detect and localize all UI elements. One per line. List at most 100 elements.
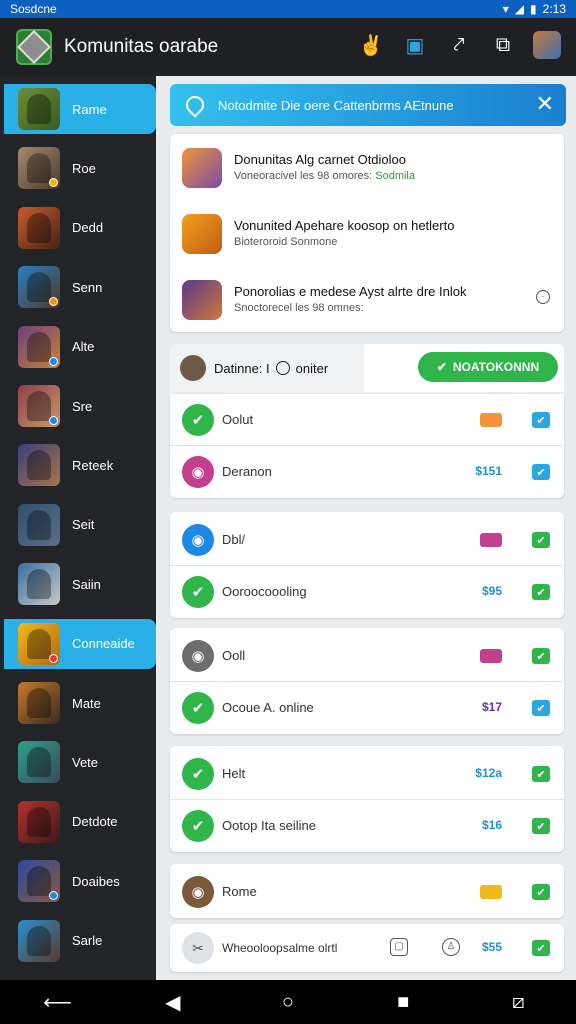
sidebar-item[interactable]: Detdote xyxy=(0,797,156,847)
check-icon[interactable]: ✔ xyxy=(532,766,550,782)
row-label: Dbl/ xyxy=(222,532,246,547)
check-icon[interactable]: ✔ xyxy=(532,700,550,716)
clock: 2:13 xyxy=(542,2,566,16)
recents-icon[interactable]: ■ xyxy=(383,982,423,1022)
check-icon[interactable]: ✔ xyxy=(532,464,550,480)
game-thumbnail xyxy=(18,682,60,724)
check-icon[interactable]: ✔ xyxy=(532,940,550,956)
bottom-action-bar: ✂ Wheooloopsalme olrtl ▢ ♙ $55 ✔ xyxy=(170,924,564,972)
user-icon[interactable]: ♙ xyxy=(442,938,460,956)
sidebar-item-label: Detdote xyxy=(72,814,118,830)
carrier-label: Sosdcne xyxy=(10,2,57,16)
home-icon[interactable]: ○ xyxy=(268,982,308,1022)
online-toggle-button[interactable]: ✔ NOATOKONNN xyxy=(418,352,558,382)
battery-icon: ▮ xyxy=(530,2,537,16)
check-icon[interactable]: ✔ xyxy=(532,532,550,548)
sidebar-item[interactable]: Saiin xyxy=(0,559,156,609)
row-price: $17 xyxy=(481,700,502,714)
sidebar-item[interactable]: Senn xyxy=(0,262,156,312)
sidebar-item[interactable]: Vete xyxy=(0,737,156,787)
check-icon[interactable]: ✔ xyxy=(532,412,550,428)
sidebar-item[interactable]: Alte xyxy=(0,322,156,372)
radio-icon[interactable] xyxy=(275,361,290,375)
sidebar-item[interactable]: Conneaide xyxy=(4,618,156,669)
status-row[interactable]: ✔ Ootop Ita seiline $16 ✔ xyxy=(170,800,564,852)
avatar xyxy=(180,355,206,381)
game-thumbnail xyxy=(18,325,60,368)
bottom-label: Wheooloopsalme olrtl xyxy=(222,941,338,955)
status-icon: ✔ xyxy=(182,758,214,790)
status-group-card: ◉ Dbl/ ✔ ✔ Ooroocoooling $95 ✔ xyxy=(170,512,564,618)
location-icon xyxy=(182,92,208,118)
check-icon[interactable]: ✔ xyxy=(532,818,550,834)
status-icon: ✔ xyxy=(182,692,214,724)
status-row[interactable]: ✔ Oolut ✔ xyxy=(170,394,564,446)
tag-badge xyxy=(480,649,502,663)
sidebar-item[interactable]: Reteek xyxy=(0,440,156,490)
sidebar-item[interactable]: Mate xyxy=(0,678,156,728)
edit-icon[interactable]: ⧉ xyxy=(488,30,518,60)
feed-item[interactable]: Donunitas Alg carnet Otdioloo Voneoracive… xyxy=(170,136,564,200)
online-toggle-label: NOATOKONNN xyxy=(452,360,540,374)
status-bar: Sosdcne ▾ ◢ ▮ 2:13 xyxy=(0,0,576,18)
game-controller-icon[interactable]: ✌ xyxy=(356,30,386,60)
status-row[interactable]: ✔ Helt $12a ✔ xyxy=(170,748,564,800)
row-label: Helt xyxy=(222,766,246,781)
feed-card: Donunitas Alg carnet Otdioloo Voneoracive… xyxy=(170,134,564,332)
sidebar-item-label: Sre xyxy=(72,398,93,414)
sidebar-item-label: Rame xyxy=(72,101,107,117)
post-subtitle: Voneoracivel les 98 omores: Sodmila xyxy=(234,170,415,182)
check-icon[interactable]: ✔ xyxy=(532,648,550,664)
tools-icon[interactable]: ✂ xyxy=(182,932,214,964)
status-row[interactable]: ◉ Deranon $151 ✔ xyxy=(170,446,564,498)
status-row[interactable]: ✔ Ocoue A. online $17 ✔ xyxy=(170,682,564,734)
status-row[interactable]: ◉ Rome ✔ xyxy=(170,866,564,918)
share-icon[interactable]: ⤤ xyxy=(444,30,474,60)
tag-badge xyxy=(480,533,502,547)
post-title: Vonunited Apehare koosop on hetlerto xyxy=(234,218,455,233)
game-thumbnail xyxy=(18,147,60,190)
status-row[interactable]: ✔ Ooroocoooling $95 ✔ xyxy=(170,566,564,618)
row-label: Ooroocoooling xyxy=(222,584,307,599)
status-row[interactable]: ◉ Ooll ✔ xyxy=(170,630,564,682)
bottom-price: $55 xyxy=(481,940,502,954)
filter-status: oniter xyxy=(295,360,329,376)
more-icon[interactable]: · xyxy=(536,290,550,304)
sidebar-item[interactable]: Dedd xyxy=(0,203,156,253)
close-icon[interactable]: ✕ xyxy=(536,92,554,116)
edit-icon[interactable]: ⧄ xyxy=(498,982,538,1022)
avatar[interactable] xyxy=(532,30,562,60)
check-icon: ✔ xyxy=(436,360,447,374)
row-label: Ootop Ita seiline xyxy=(222,818,316,833)
tag-badge xyxy=(480,413,502,427)
game-thumbnail xyxy=(18,206,60,249)
feed-item[interactable]: Vonunited Apehare koosop on hetlerto Biot… xyxy=(170,202,564,266)
sidebar-item-label: Dedd xyxy=(72,220,104,236)
sidebar-item[interactable]: Sre xyxy=(0,381,156,431)
game-thumbnail xyxy=(18,800,60,843)
row-price: $12a xyxy=(475,766,502,780)
post-thumbnail xyxy=(182,214,222,254)
row-label: Oolut xyxy=(222,412,254,427)
notification-banner[interactable]: Notodmite Die oere Cattenbrms AEtnune ✕ xyxy=(170,84,566,126)
check-icon[interactable]: ✔ xyxy=(532,584,550,600)
app-title: Komunitas oarabe xyxy=(64,36,219,57)
feed-item[interactable]: Ponorolias e medese Ayst alrte dre Inlok… xyxy=(170,268,564,332)
back-triangle-icon[interactable]: ◀ xyxy=(153,982,193,1022)
sidebar: Rame Roe Dedd Senn Alte Sre Reteek Seit Saiin Con… xyxy=(0,76,156,980)
back-arrow-icon[interactable]: ⟵ xyxy=(38,982,78,1022)
sidebar-item[interactable]: Rame xyxy=(4,84,156,134)
sidebar-item[interactable]: Doaibes xyxy=(0,856,156,906)
copy-icon[interactable]: ▢ xyxy=(390,938,408,956)
main-content: Notodmite Die oere Cattenbrms AEtnune ✕ … xyxy=(156,76,576,980)
sidebar-item[interactable]: Seit xyxy=(0,500,156,550)
status-row[interactable]: ◉ Dbl/ ✔ xyxy=(170,514,564,566)
sidebar-item[interactable]: Sarle xyxy=(0,916,156,966)
sidebar-item[interactable]: Roe xyxy=(0,143,156,193)
row-label: Deranon xyxy=(222,464,272,479)
clipboard-icon[interactable]: ▣ xyxy=(400,30,430,60)
check-icon[interactable]: ✔ xyxy=(532,884,550,900)
sidebar-item-label: Sarle xyxy=(72,933,103,949)
banner-text: Notodmite Die oere Cattenbrms AEtnune xyxy=(218,97,454,113)
app-logo[interactable] xyxy=(16,29,52,65)
